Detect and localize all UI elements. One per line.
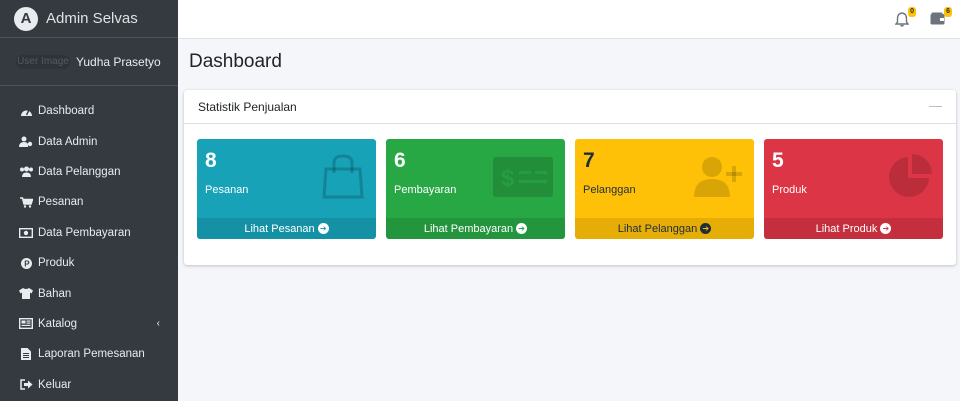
sidebar-item-data-admin[interactable]: Data Admin — [0, 126, 178, 156]
sidebar-item-produk[interactable]: P Produk — [0, 248, 178, 278]
shopping-bag-icon — [322, 154, 364, 199]
box-value: 5 — [772, 149, 784, 172]
user-plus-icon — [694, 157, 742, 197]
money-bill-icon: $ — [493, 157, 553, 197]
sidebar-item-label: Data Admin — [38, 135, 98, 148]
box-label: Pelanggan — [583, 184, 636, 196]
box-link-label: Lihat Produk — [815, 222, 878, 235]
arrow-circle-right-icon: ➔ — [317, 223, 329, 234]
box-label: Pesanan — [205, 184, 249, 196]
sidebar-item-bahan[interactable]: Bahan — [0, 278, 178, 308]
sidebar-item-label: Laporan Pemesanan — [38, 348, 145, 361]
brand-title: Admin Selvas — [46, 10, 138, 27]
sidebar-item-label: Produk — [38, 257, 75, 270]
sidebar-nav: Dashboard Data Admin Data Pelanggan Pesa… — [0, 86, 178, 400]
sidebar-item-label: Katalog — [38, 317, 78, 330]
card-title: Statistik Penjualan — [198, 99, 297, 114]
tachometer-icon — [18, 106, 34, 117]
notifications-button[interactable]: 0 — [894, 7, 916, 31]
avatar: User Image — [16, 54, 70, 69]
collapse-button[interactable]: — — [929, 98, 942, 113]
box-link-label: Lihat Pembayaran — [423, 222, 514, 235]
sidebar-item-keluar[interactable]: Keluar — [0, 370, 178, 400]
small-box-produk: 5 Produk Lihat Produk ➔ — [764, 139, 943, 239]
page-title: Dashboard — [189, 51, 282, 72]
box-value: 8 — [205, 149, 217, 172]
user-name[interactable]: Yudha Prasetyo — [76, 55, 161, 69]
money-icon — [18, 227, 34, 238]
sidebar-item-label: Keluar — [38, 378, 72, 391]
sidebar-item-pesanan[interactable]: Pesanan — [0, 187, 178, 217]
small-box-pembayaran: 6 Pembayaran $ Lihat Pembayaran ➔ — [386, 139, 565, 239]
box-label: Pembayaran — [394, 184, 457, 196]
sidebar: A Admin Selvas User Image Yudha Prasetyo… — [0, 0, 178, 401]
shirt-icon — [18, 288, 34, 300]
sidebar-item-label: Dashboard — [38, 105, 95, 118]
box-link-label: Lihat Pelanggan — [617, 222, 698, 235]
arrow-circle-right-icon: ➔ — [880, 223, 892, 234]
sidebar-item-laporan-pemesanan[interactable]: Laporan Pemesanan — [0, 339, 178, 369]
box-footer-link[interactable]: Lihat Pesanan ➔ — [197, 218, 376, 239]
report-icon — [18, 348, 34, 361]
logout-icon — [18, 379, 34, 390]
pie-chart-icon — [889, 154, 932, 197]
card-header: Statistik Penjualan — — [184, 90, 956, 124]
sidebar-item-data-pembayaran[interactable]: Data Pembayaran — [0, 218, 178, 248]
sidebar-item-label: Bahan — [38, 287, 72, 300]
brand-logo-icon: A — [14, 6, 38, 31]
wallet-badge: 6 — [944, 7, 952, 17]
sidebar-item-label: Data Pelanggan — [38, 165, 121, 178]
notifications-badge: 0 — [908, 7, 916, 17]
wallet-button[interactable]: 6 — [930, 7, 952, 29]
sidebar-item-dashboard[interactable]: Dashboard — [0, 96, 178, 126]
box-footer-link[interactable]: Lihat Pelanggan ➔ — [575, 218, 754, 239]
cart-icon — [18, 197, 34, 208]
brand-link[interactable]: A Admin Selvas — [0, 0, 178, 38]
users-icon — [18, 166, 34, 178]
catalog-icon — [18, 318, 34, 330]
product-icon: P — [18, 257, 34, 269]
box-value: 7 — [583, 149, 595, 172]
box-value: 6 — [394, 149, 406, 172]
small-box-pelanggan: 7 Pelanggan Lihat Pelanggan ➔ — [575, 139, 754, 239]
box-footer-link[interactable]: Lihat Produk ➔ — [764, 218, 943, 239]
svg-text:P: P — [24, 259, 30, 268]
sidebar-item-label: Pesanan — [38, 196, 84, 209]
top-navbar: 0 6 — [178, 0, 960, 39]
sidebar-item-label: Data Pembayaran — [38, 226, 131, 239]
sidebar-item-data-pelanggan[interactable]: Data Pelanggan — [0, 157, 178, 187]
sidebar-item-katalog[interactable]: Katalog ‹ — [0, 309, 178, 339]
box-link-label: Lihat Pesanan — [244, 222, 315, 235]
wallet-icon — [930, 12, 945, 25]
box-label: Produk — [772, 184, 807, 196]
chevron-left-icon[interactable]: ‹ — [157, 318, 160, 329]
user-panel[interactable]: User Image Yudha Prasetyo — [0, 38, 178, 86]
arrow-circle-right-icon: ➔ — [700, 223, 712, 234]
box-footer-link[interactable]: Lihat Pembayaran ➔ — [386, 218, 565, 239]
svg-text:$: $ — [501, 165, 515, 192]
bell-icon — [894, 12, 910, 27]
small-box-pesanan: 8 Pesanan Lihat Pesanan ➔ — [197, 139, 376, 239]
arrow-circle-right-icon: ➔ — [516, 223, 528, 234]
user-cog-icon — [18, 136, 34, 148]
